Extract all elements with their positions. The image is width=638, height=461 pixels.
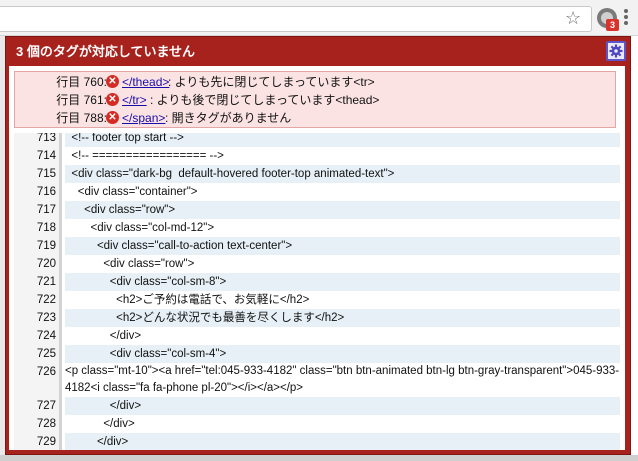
error-message: : よりも後で閉じてしまっています<thead> <box>150 93 380 107</box>
line-number: 724 <box>36 330 56 342</box>
line-code: </div> <box>65 418 135 430</box>
error-item: 行目 788: ✕ </span> : 開きタグがありません <box>15 109 615 127</box>
source-line: 716 <div class="container"> <box>14 183 621 201</box>
line-code: <div class="container"> <box>65 186 198 198</box>
line-code: <div class="dark-bg default-hovered foot… <box>65 165 620 183</box>
source-line: 727 </div> <box>14 397 621 415</box>
source-line: 720 <div class="row"> <box>14 255 621 273</box>
line-code: <p class="mt-10"><a href="tel:045-933-41… <box>65 365 620 394</box>
source-listing[interactable]: 713 <!-- footer top start --> 714 <!-- =… <box>14 133 621 450</box>
error-message: : 開きタグがありません <box>165 111 292 125</box>
line-number: 719 <box>36 240 56 252</box>
source-line: 728 </div> <box>14 415 621 433</box>
extension-popup: 3 個のタグが対応していません 行目 760: ✕ </thead> : よりも… <box>5 36 631 455</box>
address-bar[interactable] <box>0 6 592 32</box>
error-tag-link[interactable]: </tr> <box>122 91 147 109</box>
source-line: 723 <h2>どんな状況でも最善を尽くします</h2> <box>14 309 621 327</box>
gear-icon <box>609 44 623 58</box>
line-code: <h2>どんな状況でも最善を尽くします</h2> <box>65 309 620 327</box>
line-code: <div class="call-to-action text-center"> <box>65 237 620 255</box>
line-number: 729 <box>36 436 56 448</box>
line-code: </div> <box>65 397 620 415</box>
error-item: 行目 760: ✕ </thead> : よりも先に閉じてしまっています<tr> <box>15 73 615 91</box>
error-item: 行目 761: ✕ </tr> : よりも後で閉じてしまっています<thead> <box>15 91 615 109</box>
line-number: 717 <box>36 204 56 216</box>
page-background-bottom <box>0 455 638 461</box>
html-checker-extension-icon[interactable]: 3 <box>597 8 619 31</box>
error-message: : よりも先に閉じてしまっています<tr> <box>168 75 375 89</box>
line-code: </div> <box>65 433 620 450</box>
source-line: 722 <h2>ご予約は電話で、お気軽に</h2> <box>14 291 621 309</box>
line-code: <div class="col-md-12"> <box>65 222 215 234</box>
browser-menu-icon[interactable] <box>624 9 628 27</box>
line-number: 714 <box>36 150 56 162</box>
source-line: 725 <div class="col-sm-4"> <box>14 345 621 363</box>
line-number: 718 <box>36 222 56 234</box>
source-line: 726 <p class="mt-10"><a href="tel:045-93… <box>14 363 621 397</box>
line-number: 728 <box>36 418 56 430</box>
error-location: 行目 761: <box>56 93 107 107</box>
error-icon: ✕ <box>106 75 119 88</box>
line-code: <!-- footer top start --> <box>65 133 620 147</box>
line-number: 715 <box>36 168 56 180</box>
popup-body: 行目 760: ✕ </thead> : よりも先に閉じてしまっています<tr>… <box>9 66 625 450</box>
popup-header: 3 個のタグが対応していません <box>6 37 630 65</box>
line-number: 713 <box>36 133 56 144</box>
line-code: <div class="row"> <box>65 201 620 219</box>
line-number: 727 <box>36 400 56 412</box>
source-line: 713 <!-- footer top start --> <box>14 133 621 147</box>
line-number: 726 <box>36 366 56 378</box>
line-number: 725 <box>36 348 56 360</box>
line-code: <!-- ================= --> <box>65 150 224 162</box>
line-number: 721 <box>36 276 56 288</box>
error-icon: ✕ <box>106 93 119 106</box>
popup-title: 3 個のタグが対応していません <box>16 44 196 59</box>
source-line: 729 </div> <box>14 433 621 450</box>
line-code: </div> <box>65 330 142 342</box>
source-line: 721 <div class="col-sm-8"> <box>14 273 621 291</box>
error-icon: ✕ <box>106 111 119 124</box>
error-tag-link[interactable]: </thead> <box>122 73 169 91</box>
line-number: 723 <box>36 312 56 324</box>
line-code: <h2>ご予約は電話で、お気軽に</h2> <box>65 294 310 306</box>
error-location: 行目 760: <box>56 75 107 89</box>
source-line: 714 <!-- ================= --> <box>14 147 621 165</box>
line-code: <div class="col-sm-8"> <box>65 273 620 291</box>
browser-toolbar: ☆ 3 <box>0 0 638 36</box>
source-line: 717 <div class="row"> <box>14 201 621 219</box>
line-code: <div class="row"> <box>65 258 195 270</box>
source-line: 724 </div> <box>14 327 621 345</box>
line-number: 720 <box>36 258 56 270</box>
bookmark-star-icon[interactable]: ☆ <box>565 9 581 27</box>
source-line: 718 <div class="col-md-12"> <box>14 219 621 237</box>
settings-button[interactable] <box>606 41 626 61</box>
line-code: <div class="col-sm-4"> <box>65 345 620 363</box>
source-line: 715 <div class="dark-bg default-hovered … <box>14 165 621 183</box>
error-list: 行目 760: ✕ </thead> : よりも先に閉じてしまっています<tr>… <box>14 71 616 128</box>
error-tag-link[interactable]: </span> <box>122 109 165 127</box>
line-number: 716 <box>36 186 56 198</box>
extension-badge: 3 <box>606 19 619 31</box>
source-line: 719 <div class="call-to-action text-cent… <box>14 237 621 255</box>
error-location: 行目 788: <box>56 111 107 125</box>
line-number: 722 <box>36 294 56 306</box>
